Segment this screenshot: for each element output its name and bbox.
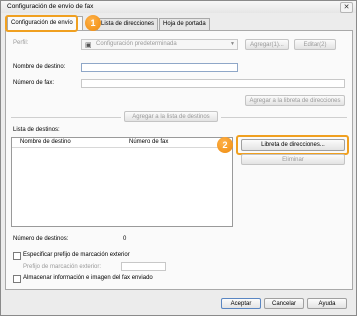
- add-to-destination-list-button[interactable]: Agregar a la lista de destinos: [124, 111, 218, 122]
- profile-label: Perfil:: [13, 40, 29, 46]
- profile-fax-icon: ▣: [85, 42, 92, 49]
- callout-badge-2: 2: [217, 137, 233, 153]
- profile-add-label: Agregar(1)...: [250, 42, 284, 48]
- separator-left: [11, 117, 121, 118]
- destination-count-value: 0: [123, 236, 127, 242]
- close-icon: ✕: [343, 4, 350, 11]
- cancel-button[interactable]: Cancelar: [264, 298, 304, 309]
- profile-edit-button[interactable]: Editar(2): [294, 39, 336, 50]
- store-sent-fax-label: Almacenar información e imagen del fax e…: [23, 275, 153, 281]
- close-button[interactable]: ✕: [340, 2, 353, 13]
- profile-edit-label: Editar(2): [303, 42, 327, 48]
- store-sent-fax-checkbox[interactable]: [13, 275, 21, 283]
- column-fax-number[interactable]: Número de fax: [129, 139, 168, 145]
- add-to-destination-list-label: Agregar a la lista de destinos: [132, 114, 210, 120]
- separator-right: [221, 117, 347, 118]
- add-to-address-book-button[interactable]: Agregar a la libreta de direcciones: [245, 95, 345, 106]
- profile-add-button[interactable]: Agregar(1)...: [245, 39, 289, 50]
- ok-label: Aceptar: [230, 301, 252, 307]
- fax-number-label: Número de fax:: [13, 80, 55, 86]
- prefix-checkbox[interactable]: [13, 252, 21, 260]
- profile-select[interactable]: ▣ Configuración predeterminada ▼: [81, 39, 238, 50]
- cancel-label: Cancelar: [271, 301, 296, 307]
- help-button[interactable]: Ayuda: [307, 298, 347, 309]
- destination-name-label: Nombre de destino:: [13, 64, 66, 70]
- chevron-down-icon: ▼: [230, 41, 235, 47]
- tab-label: Lista de direcciones: [101, 21, 155, 27]
- tab-cover-sheet[interactable]: Hoja de portada: [159, 18, 210, 30]
- delete-button[interactable]: Eliminar: [241, 154, 345, 165]
- destination-list-label: Lista de destinos:: [13, 127, 60, 133]
- window-title: Configuración de envío de fax: [7, 3, 94, 10]
- tab-label: Hoja de portada: [163, 21, 206, 27]
- prefix-label: Prefijo de marcación exterior:: [23, 264, 102, 270]
- destination-count-label: Número de destinos:: [13, 236, 69, 242]
- help-label: Ayuda: [318, 301, 336, 307]
- column-destination-name[interactable]: Nombre de destino: [20, 139, 71, 145]
- destination-list[interactable]: Nombre de destino Número de fax: [11, 137, 233, 227]
- callout-badge-1: 1: [85, 15, 101, 31]
- fax-number-input[interactable]: [81, 79, 345, 88]
- destination-name-input[interactable]: [81, 63, 238, 72]
- delete-label: Eliminar: [282, 157, 304, 163]
- profile-value: Configuración predeterminada: [96, 41, 177, 47]
- destination-list-header: Nombre de destino Número de fax: [12, 138, 232, 148]
- add-to-address-book-label: Agregar a la libreta de direcciones: [249, 98, 341, 104]
- prefix-checkbox-label: Especificar prefijo de marcación exterio…: [23, 252, 130, 258]
- ok-button[interactable]: Aceptar: [221, 298, 261, 309]
- address-book-highlight: [236, 135, 349, 155]
- fax-settings-dialog: Configuración de envío de fax ✕ Lista de…: [0, 0, 357, 316]
- prefix-input[interactable]: [121, 262, 166, 271]
- send-settings-tab-highlight: [5, 15, 78, 32]
- title-bar: Configuración de envío de fax ✕: [1, 1, 356, 13]
- tab-address-list[interactable]: Lista de direcciones: [97, 18, 159, 30]
